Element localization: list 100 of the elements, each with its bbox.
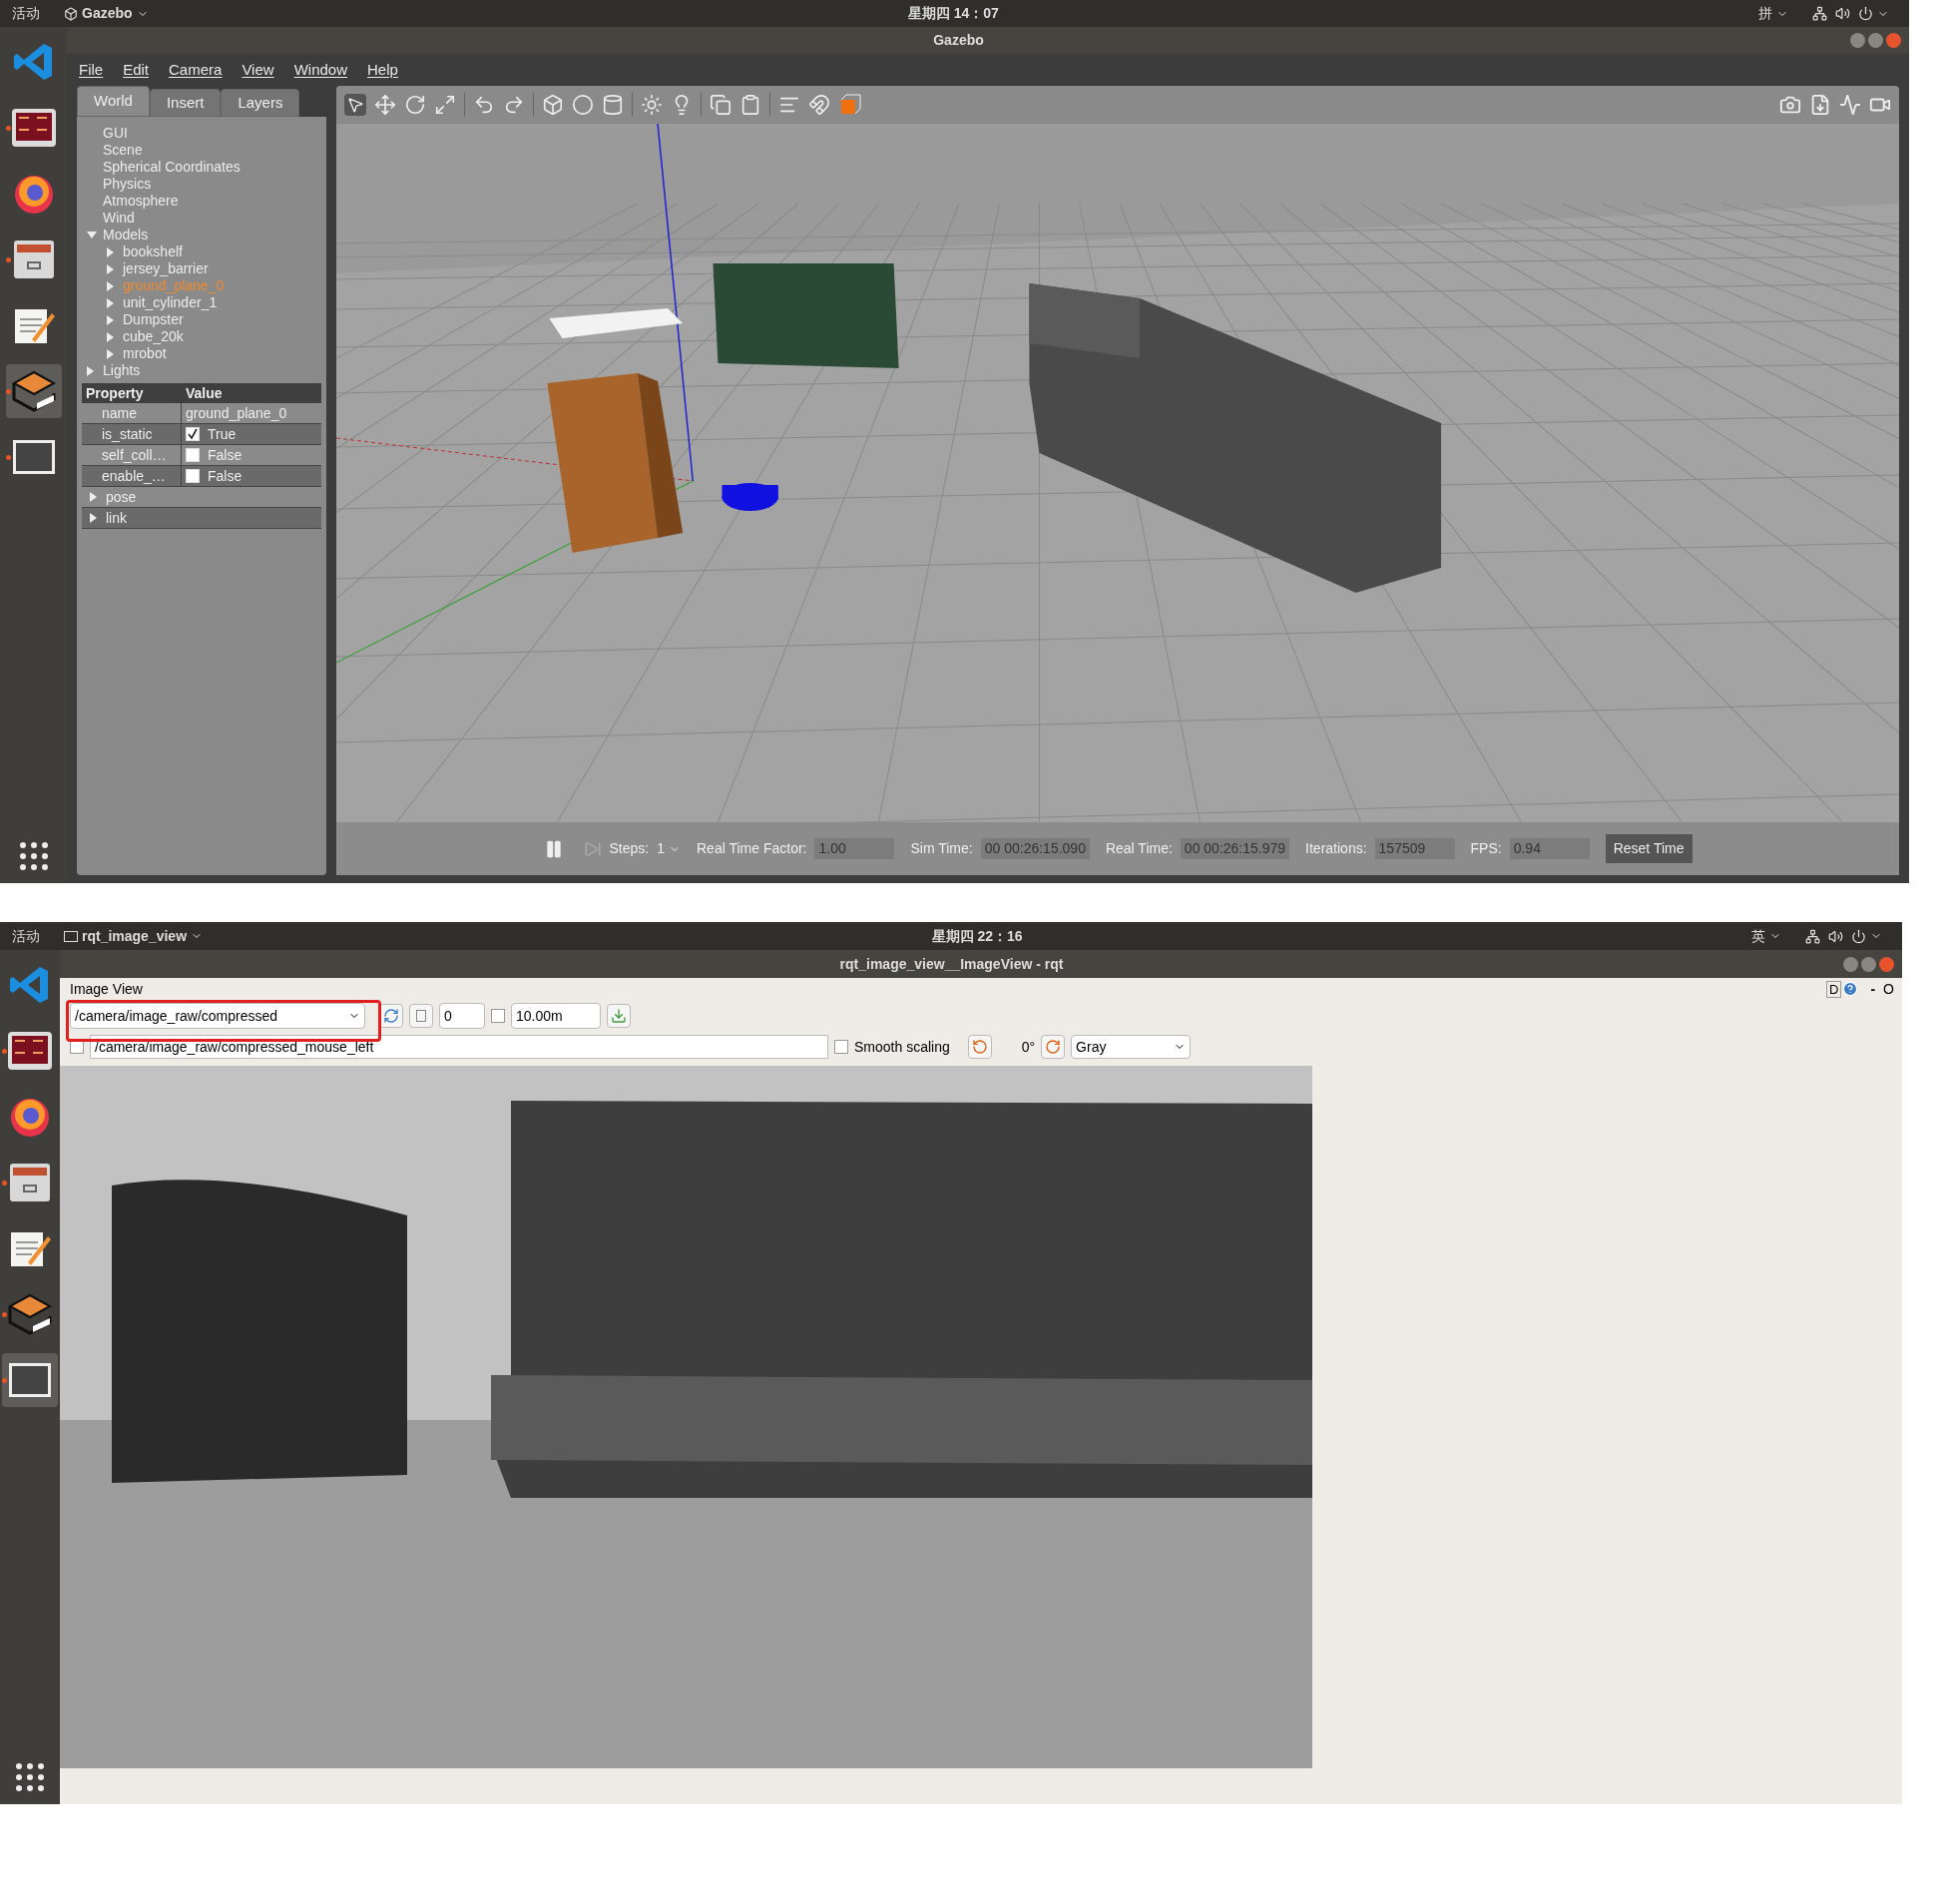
activities-button[interactable]: 活动 [12, 3, 40, 24]
scale-icon[interactable] [434, 94, 456, 116]
clock[interactable]: 星期四 22：16 [931, 925, 1023, 947]
property-value: True [208, 424, 237, 444]
collapsed-arrow-icon[interactable] [90, 492, 98, 502]
menu-item[interactable]: Window [293, 58, 347, 82]
rotate-right-icon[interactable] [1041, 1035, 1066, 1059]
color-scheme-dropdown[interactable]: Gray [1071, 1035, 1192, 1059]
volume-icon[interactable] [1828, 928, 1843, 944]
sun-icon[interactable] [641, 94, 663, 116]
rotate-icon[interactable] [404, 94, 426, 116]
terminal-icon[interactable] [10, 108, 57, 148]
file-cabinet-icon[interactable] [8, 1162, 52, 1203]
collapsed-arrow-icon[interactable] [107, 280, 115, 291]
display-icon[interactable] [11, 439, 56, 475]
file-cabinet-icon[interactable] [11, 238, 56, 280]
collapsed-arrow-icon[interactable] [107, 348, 115, 359]
app-grid-icon[interactable] [18, 841, 49, 871]
plot-icon[interactable] [1839, 94, 1861, 116]
rotate-left-icon[interactable] [967, 1035, 992, 1059]
menu-item[interactable]: Help [367, 58, 398, 82]
panel-tab[interactable]: Insert [149, 89, 222, 117]
status-label: Iterations: [1305, 839, 1367, 858]
panel-tab[interactable]: Layers [221, 89, 300, 117]
paste-icon[interactable] [739, 94, 761, 116]
collapsed-arrow-icon[interactable] [107, 246, 115, 257]
expanded-arrow-icon[interactable] [87, 231, 97, 239]
minimize-plugin-button[interactable]: - [1870, 978, 1876, 1000]
collapsed-arrow-icon[interactable] [107, 297, 115, 308]
minimize-button[interactable] [1843, 956, 1858, 972]
power-icon[interactable] [1858, 6, 1873, 21]
input-method[interactable]: 英 [1751, 925, 1765, 947]
menu-item[interactable]: View [242, 58, 274, 82]
property-name: self_coll… [82, 444, 182, 466]
status-field: 0.94 [1509, 838, 1590, 859]
maximize-button[interactable] [1868, 33, 1883, 48]
plugin-config-button[interactable]: D [1826, 980, 1842, 998]
redo-icon[interactable] [503, 94, 525, 116]
checkbox[interactable] [491, 1009, 505, 1023]
copy-icon[interactable] [710, 94, 731, 116]
rotation-label: 0° [1021, 1037, 1036, 1057]
timeout-spin-box[interactable]: 10.00m [511, 1003, 601, 1029]
menu-item[interactable]: Camera [169, 58, 223, 82]
sphere-icon[interactable] [572, 94, 594, 116]
status-field: 00 00:26:15.090 [980, 838, 1090, 859]
property-value: False [208, 466, 243, 486]
cube-view-icon[interactable] [838, 93, 862, 117]
close-button[interactable] [1879, 956, 1894, 972]
app-menu[interactable]: Gazebo [82, 3, 133, 24]
close-button[interactable] [1886, 33, 1901, 48]
save-image-icon[interactable] [607, 1004, 631, 1028]
close-plugin-button[interactable]: O [1883, 978, 1894, 1000]
collapsed-arrow-icon[interactable] [90, 513, 98, 523]
app-grid-icon[interactable] [15, 1762, 45, 1792]
log-icon[interactable] [1809, 94, 1831, 116]
status-label: FPS: [1470, 839, 1502, 858]
collapsed-arrow-icon[interactable] [87, 365, 95, 376]
checkbox[interactable] [834, 1040, 848, 1054]
dock-item[interactable] [2, 1353, 58, 1407]
smooth-scaling-label: Smooth scaling [854, 1037, 950, 1057]
status-label: Real Time: [1105, 839, 1173, 858]
camera-icon[interactable] [1779, 94, 1801, 116]
power-icon[interactable] [1851, 928, 1866, 944]
3d-scene-drawing[interactable] [336, 124, 1899, 822]
plugin-title: Image View [70, 979, 143, 999]
app-menu[interactable]: rqt_image_view [82, 925, 188, 947]
cylinder-icon[interactable] [602, 94, 624, 116]
activities-button[interactable]: 活动 [12, 925, 40, 947]
help-icon[interactable] [1842, 981, 1859, 997]
zoom-button[interactable] [409, 1004, 433, 1028]
menu-item[interactable]: Edit [123, 58, 150, 82]
terminal-icon[interactable] [7, 1031, 53, 1071]
minimize-button[interactable] [1850, 33, 1865, 48]
volume-icon[interactable] [1835, 6, 1850, 21]
window-title: Gazebo [933, 31, 984, 50]
network-icon[interactable] [1812, 6, 1827, 21]
mouse-topic-field[interactable]: /camera/image_raw/compressed_mouse_left [90, 1035, 828, 1059]
menu-item[interactable]: File [79, 58, 104, 82]
collapsed-arrow-icon[interactable] [107, 263, 115, 274]
cube-icon [64, 6, 78, 21]
maximize-button[interactable] [1861, 956, 1876, 972]
collapsed-arrow-icon[interactable] [107, 314, 115, 325]
collapsed-arrow-icon[interactable] [107, 331, 115, 342]
clock[interactable]: 星期四 14：07 [907, 3, 999, 24]
refresh-icon[interactable] [379, 1004, 403, 1028]
undo-icon[interactable] [473, 94, 495, 116]
box-icon[interactable] [542, 94, 564, 116]
network-icon[interactable] [1805, 928, 1820, 944]
property-value: False [208, 445, 243, 465]
property-name: name [82, 402, 182, 424]
reset-time-button[interactable]: Reset Time [1605, 834, 1693, 863]
property-group[interactable]: link [106, 507, 127, 529]
status-field: 1.00 [814, 838, 895, 859]
column-header: Value [185, 383, 223, 403]
translate-icon[interactable] [374, 94, 396, 116]
display-icon[interactable] [8, 1362, 52, 1398]
input-method[interactable]: 拼 [1758, 3, 1772, 24]
magnet-icon[interactable] [808, 94, 830, 116]
spin-box[interactable]: 0 [439, 1003, 485, 1029]
topic-dropdown[interactable]: /camera/image_raw/compressed [70, 1003, 365, 1029]
